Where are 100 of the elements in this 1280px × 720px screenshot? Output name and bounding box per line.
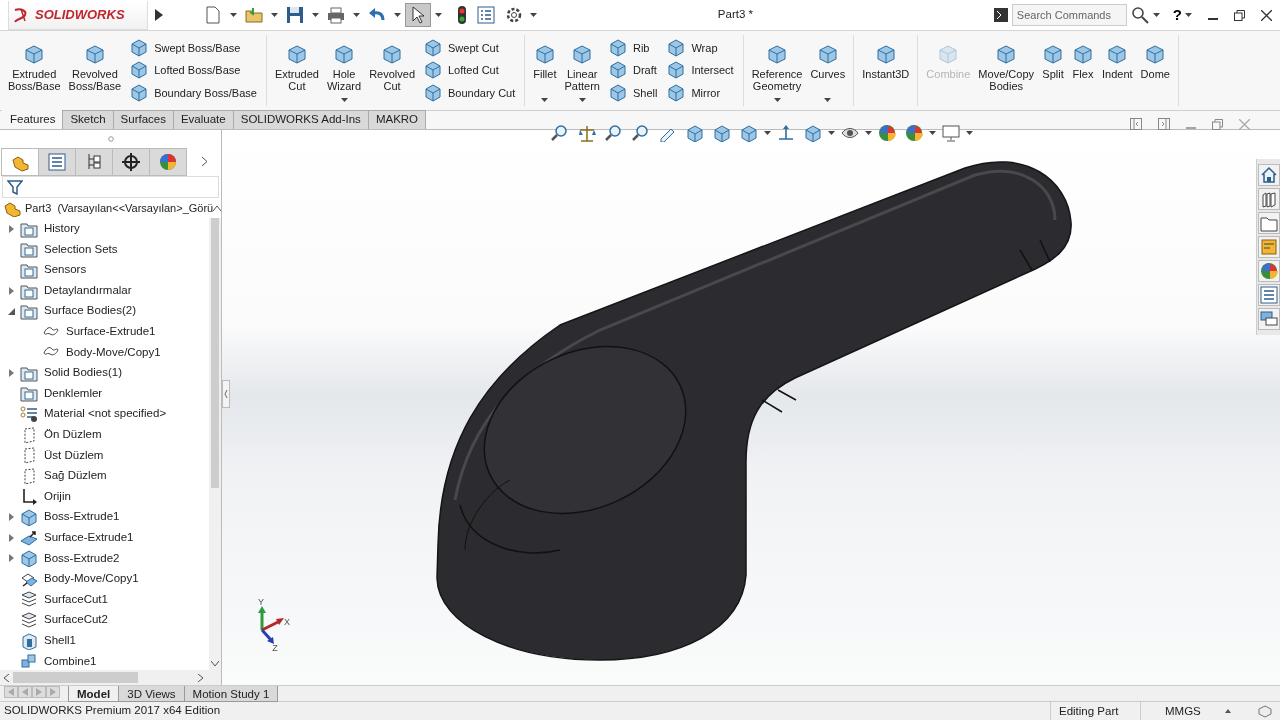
close-icon[interactable] [1261, 9, 1272, 21]
panel-left-icon[interactable] [1130, 118, 1142, 130]
caret-icon[interactable] [230, 13, 237, 17]
ribbon-button[interactable]: Swept Cut [421, 37, 519, 60]
ribbon-tab[interactable]: MAKRO [367, 110, 427, 129]
terminal-icon[interactable] [993, 8, 1008, 22]
tree-item[interactable]: Surface-Extrude1 [44, 529, 134, 547]
ribbon-button[interactable]: Move/Copy Bodies [974, 35, 1038, 107]
cube-icon [874, 43, 897, 65]
tree-item[interactable]: Üst Düzlem [44, 446, 104, 464]
caret-icon[interactable] [312, 13, 319, 17]
books-pane-button[interactable] [1257, 188, 1280, 210]
ribbon-button[interactable]: Extruded Boss/Base [4, 35, 65, 107]
caret-icon[interactable] [1185, 13, 1192, 17]
search-icon[interactable] [1130, 6, 1149, 24]
tree-item[interactable]: Boss-Extrude2 [44, 549, 120, 567]
ribbon-tab[interactable]: Evaluate [172, 110, 234, 129]
help-button[interactable]: ? [1169, 5, 1185, 25]
splitter-handle-icon[interactable] [222, 380, 230, 408]
collapse-arrow-icon[interactable] [7, 307, 15, 315]
tree-item[interactable]: Detaylandırmalar [44, 281, 132, 300]
tree-item[interactable]: Ön Düzlem [44, 426, 102, 444]
ribbon-button[interactable]: Reference Geometry [747, 35, 807, 107]
triad-drawing [258, 606, 284, 644]
ribbon-button[interactable]: Indent [1098, 35, 1137, 107]
search-field[interactable]: Search Commands [1011, 4, 1127, 26]
caret-icon[interactable] [394, 13, 401, 17]
ribbon-button[interactable]: Draft [605, 59, 661, 82]
ribbon-button[interactable]: Extruded Cut [270, 35, 323, 107]
caret-icon[interactable] [1152, 13, 1160, 17]
ribbon-button[interactable]: Mirror [664, 81, 737, 104]
list-pane-button[interactable] [1257, 284, 1280, 306]
ribbon-button[interactable]: Boundary Boss/Base [127, 81, 260, 104]
scroll-up-icon[interactable] [213, 206, 222, 211]
folder-pane-button[interactable] [1257, 212, 1280, 234]
caret-up-icon[interactable] [1224, 709, 1231, 713]
horizontal-scrollbar[interactable] [0, 670, 221, 685]
tree-item[interactable]: Body-Move/Copy1 [44, 570, 139, 588]
tree-item[interactable]: Material <not specified> [44, 405, 167, 423]
units-label[interactable]: MMGS [1165, 702, 1201, 720]
ribbon-tab[interactable]: SOLIDWORKS Add-Ins [232, 110, 369, 129]
caret-icon[interactable] [530, 13, 537, 17]
ribbon-button[interactable]: Intersect [664, 59, 737, 82]
caret-icon[interactable] [271, 13, 278, 17]
ribbon-button[interactable]: Boundary Cut [421, 81, 519, 104]
ribbon-tab[interactable]: Surfaces [112, 110, 174, 129]
ribbon-button[interactable]: Fillet [529, 35, 561, 107]
tree-item[interactable]: Orijin [44, 487, 71, 506]
color-sphere-pane-button[interactable] [1257, 260, 1280, 282]
ribbon-button[interactable]: Split [1038, 35, 1068, 107]
scroll-left-icon[interactable] [4, 674, 9, 683]
tree-item[interactable]: Shell1 [44, 631, 76, 650]
tree-item[interactable]: SurfaceCut2 [44, 611, 108, 629]
tree-item[interactable]: Body-Move/Copy1 [66, 343, 161, 361]
ribbon-button[interactable]: Hole Wizard [322, 35, 366, 107]
ribbon-button[interactable]: Curves [806, 35, 850, 107]
tree-item[interactable]: Surface-Extrude1 [66, 323, 156, 341]
ribbon-tab[interactable]: Sketch [62, 110, 114, 129]
tree-item[interactable]: Solid Bodies(1) [44, 364, 122, 382]
scroll-down-icon[interactable] [211, 661, 219, 666]
tree-root-label[interactable]: Part3 (Varsayılan<<Varsayılan>_Görü [25, 199, 214, 217]
caret-icon[interactable] [353, 13, 360, 17]
document-pane-button[interactable] [1257, 236, 1280, 258]
ribbon-button[interactable]: Rib [605, 37, 661, 60]
tree-item[interactable]: Denklemler [44, 384, 103, 403]
tree-item[interactable]: Combine1 [44, 652, 97, 670]
file-properties-button[interactable] [474, 5, 498, 25]
tree-item[interactable]: Sağ Düzlem [44, 467, 107, 485]
ribbon-button[interactable]: Lofted Cut [421, 59, 519, 82]
tree-item[interactable]: SurfaceCut1 [44, 590, 108, 609]
caret-icon[interactable] [435, 13, 442, 17]
bottom-tab[interactable]: 3D Views [118, 686, 185, 702]
ribbon-button[interactable]: Shell [605, 81, 661, 104]
bottom-tab[interactable]: Motion Study 1 [183, 686, 279, 702]
ribbon-button[interactable]: Lofted Boss/Base [127, 59, 260, 82]
ribbon-button[interactable]: Dome [1136, 35, 1174, 107]
select-button[interactable] [405, 3, 431, 27]
ribbon-button[interactable]: Swept Boss/Base [127, 37, 260, 60]
grip-icon[interactable] [107, 136, 114, 142]
ribbon-button[interactable]: Revolved Cut [365, 35, 419, 107]
home-pane-button[interactable] [1257, 164, 1280, 186]
tree-item[interactable]: Sensors [44, 261, 87, 279]
restore-icon[interactable] [1234, 9, 1245, 21]
panel-tab[interactable] [112, 147, 149, 176]
tree-item[interactable]: Selection Sets [44, 240, 118, 258]
tree-item[interactable]: History [44, 220, 80, 238]
scroll-right-icon[interactable] [198, 674, 203, 683]
vertical-scrollbar[interactable] [209, 218, 221, 670]
tree-item[interactable]: Surface Bodies(2) [44, 302, 137, 320]
ribbon-button[interactable]: Revolved Boss/Base [64, 35, 126, 107]
panel-right-icon[interactable] [1158, 118, 1170, 130]
speech-bubbles-pane-button[interactable] [1257, 308, 1280, 330]
ribbon-button[interactable]: Instant3D [858, 35, 914, 107]
chevron-right-icon[interactable] [200, 156, 208, 168]
bottom-tab[interactable]: Model [68, 686, 120, 702]
ribbon-button[interactable]: Flex [1068, 35, 1098, 107]
ribbon-button[interactable]: Wrap [664, 37, 737, 60]
ribbon-button[interactable]: Linear Pattern [560, 35, 604, 107]
filter-field[interactable] [2, 175, 219, 198]
tree-item[interactable]: Boss-Extrude1 [44, 508, 120, 526]
